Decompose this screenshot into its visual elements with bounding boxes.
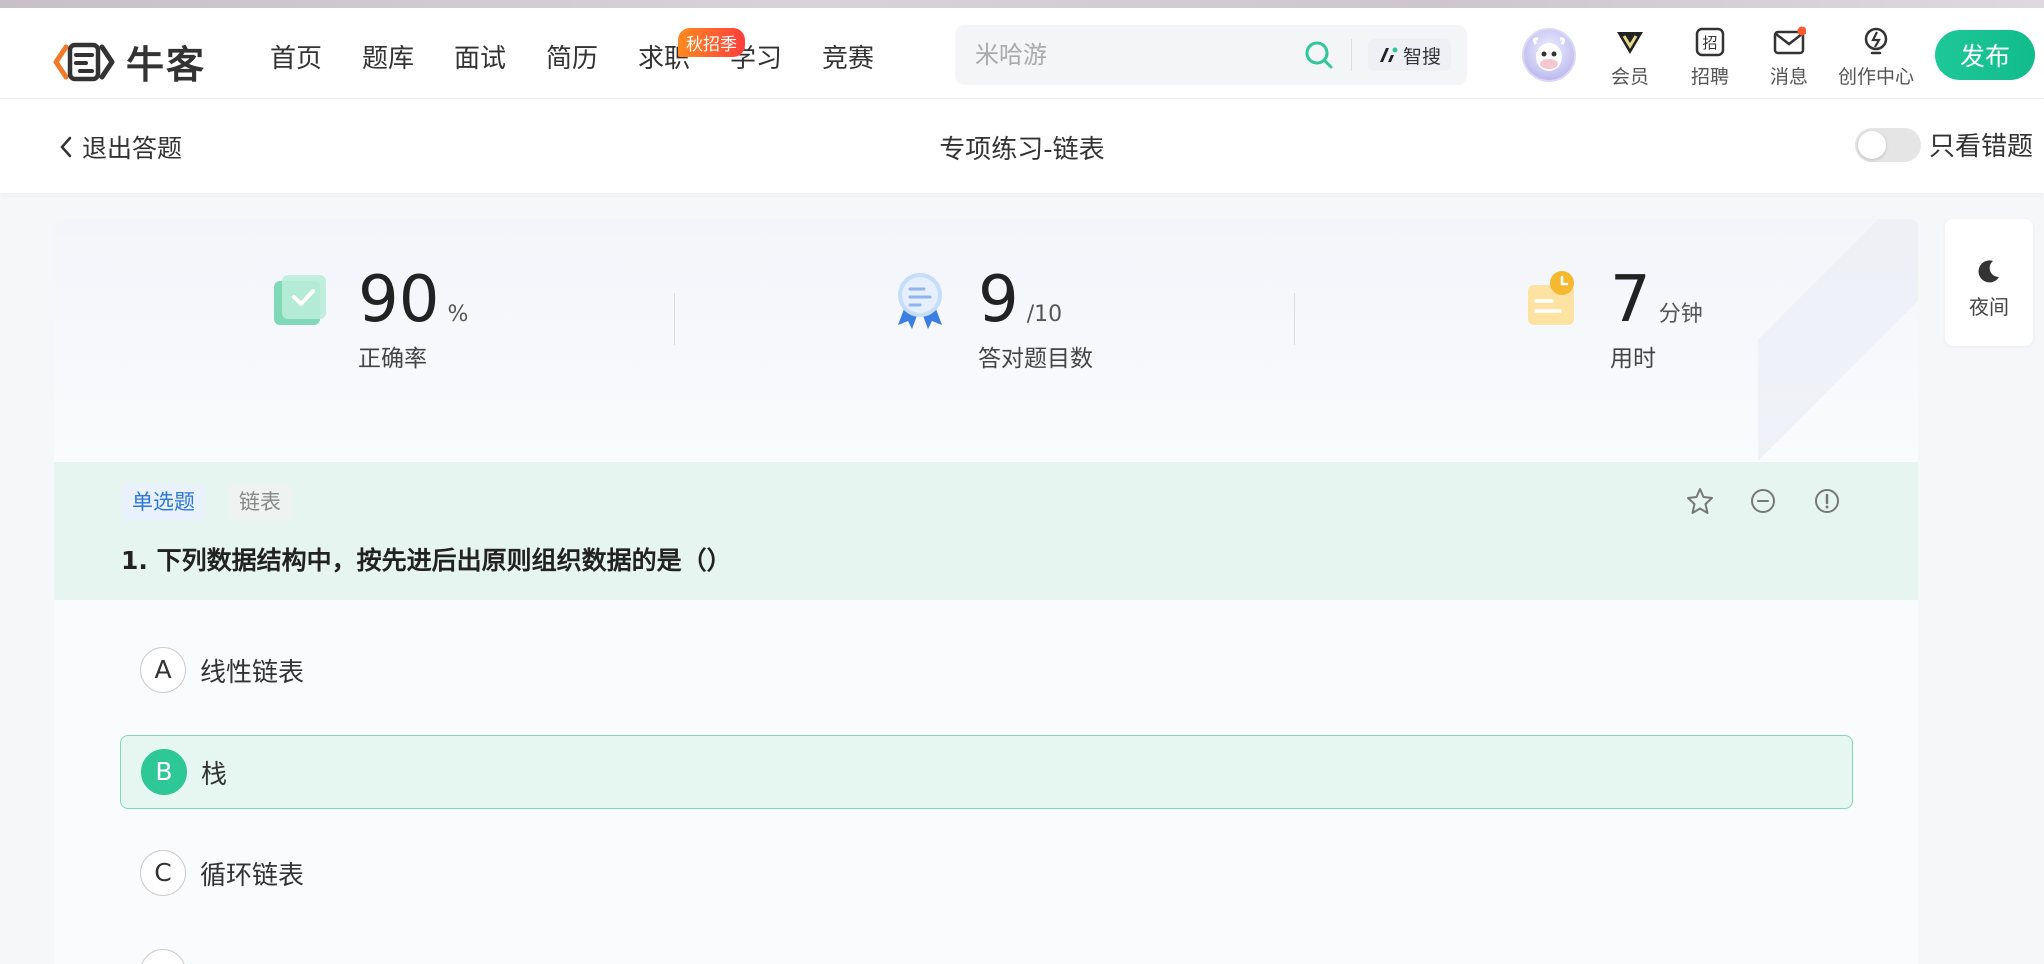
- avatar-cow-icon: [1532, 37, 1566, 71]
- stat-accuracy: 90% 正确率: [268, 267, 468, 373]
- practice-subheader: 退出答题 专项练习-链表 只看错题: [0, 99, 2044, 193]
- report-error-icon[interactable]: [1812, 486, 1842, 516]
- wrong-only-label: 只看错题: [1929, 132, 2034, 162]
- time-used-unit: 分钟: [1658, 302, 1703, 327]
- autumn-recruit-badge: 秋招季: [678, 28, 745, 57]
- smart-search-button[interactable]: 智搜: [1368, 39, 1452, 71]
- lightbulb-icon: [1864, 27, 1888, 55]
- accuracy-unit: %: [447, 302, 469, 327]
- option-letter: C: [140, 850, 186, 896]
- option-text: 栈: [201, 759, 228, 790]
- accuracy-value: 90: [358, 263, 440, 337]
- accuracy-label: 正确率: [358, 346, 427, 372]
- logo-mark-icon: [53, 42, 115, 81]
- correct-count-label: 答对题目数: [978, 346, 1093, 372]
- main-nav: 首页 题库 面试 简历 求职 学习 竞赛 秋招季: [270, 28, 914, 75]
- stat-correct-count: 9/10 答对题目数: [888, 267, 1093, 373]
- nav-item-question-bank[interactable]: 题库: [362, 38, 454, 75]
- option-c[interactable]: C 循环链表: [120, 836, 1853, 910]
- publish-button[interactable]: 发布: [1935, 30, 2035, 80]
- stats-panel: 90% 正确率 9/10 答对题目数 7 分钟 用时: [54, 219, 1918, 462]
- clock-icon: [1528, 271, 1574, 325]
- stat-time-used: 7 分钟 用时: [1520, 267, 1703, 373]
- mail-icon: [1773, 26, 1806, 55]
- stat-divider: [1294, 293, 1295, 345]
- member-link[interactable]: 会员: [1590, 26, 1670, 89]
- question-topic-tag[interactable]: 链表: [229, 484, 291, 520]
- search-bar: 智搜: [955, 25, 1467, 85]
- option-letter: A: [140, 647, 186, 693]
- question-text: 1. 下列数据结构中，按先进后出原则组织数据的是（）: [121, 546, 732, 575]
- favorite-star-icon[interactable]: [1685, 486, 1715, 516]
- hide-question-icon[interactable]: [1748, 486, 1778, 516]
- user-avatar[interactable]: [1522, 28, 1576, 82]
- option-text: 线性链表: [200, 657, 305, 688]
- toggle-knob: [1858, 130, 1886, 159]
- smart-search-icon: [1380, 47, 1398, 62]
- nav-item-interview[interactable]: 面试: [454, 38, 546, 75]
- nav-item-contest[interactable]: 竞赛: [822, 38, 914, 75]
- recruit-icon: 招: [1695, 27, 1725, 57]
- logo-text: 牛客: [126, 43, 207, 87]
- question-type-tag: 单选题: [122, 484, 205, 520]
- nav-item-home[interactable]: 首页: [270, 38, 362, 75]
- recruit-link[interactable]: 招 招聘: [1670, 26, 1750, 89]
- medal-icon: [898, 273, 942, 329]
- creator-center-link[interactable]: 创作中心: [1836, 26, 1916, 89]
- nav-item-resume[interactable]: 简历: [546, 38, 638, 75]
- night-mode-button[interactable]: 夜间: [1945, 219, 2033, 346]
- page-title: 专项练习-链表: [939, 135, 1105, 165]
- nowcoder-logo[interactable]: 牛客: [52, 34, 206, 89]
- result-card: 90% 正确率 9/10 答对题目数 7 分钟 用时 单选题 链表 1. 下列数…: [54, 219, 1918, 964]
- wrong-only-toggle-group: 只看错题: [1855, 126, 2033, 163]
- correct-count-value: 9: [978, 263, 1019, 337]
- question-header: 单选题 链表 1. 下列数据结构中，按先进后出原则组织数据的是（）: [54, 462, 1918, 600]
- search-divider: [1351, 39, 1352, 71]
- recruit-label: 招聘: [1690, 66, 1729, 88]
- option-a[interactable]: A 线性链表: [120, 633, 1853, 707]
- option-d-partial[interactable]: [120, 935, 1853, 964]
- messages-link[interactable]: 消息: [1749, 26, 1829, 89]
- member-label: 会员: [1610, 66, 1649, 88]
- option-letter: [140, 949, 186, 964]
- search-input[interactable]: [975, 38, 1295, 72]
- accuracy-icon: [274, 275, 326, 325]
- option-text: 循环链表: [200, 860, 305, 891]
- stat-divider: [674, 293, 675, 345]
- messages-label: 消息: [1769, 66, 1808, 88]
- browser-top-strip: [0, 0, 2044, 8]
- option-letter: B: [141, 749, 187, 795]
- creator-center-label: 创作中心: [1837, 66, 1914, 88]
- option-b-selected[interactable]: B 栈: [120, 735, 1853, 809]
- correct-count-unit: /10: [1026, 302, 1063, 327]
- search-icon[interactable]: [1303, 39, 1335, 71]
- svg-text:招: 招: [1702, 34, 1717, 52]
- night-mode-label: 夜间: [1969, 295, 2009, 319]
- time-used-value: 7: [1610, 263, 1651, 337]
- smart-search-label: 智搜: [1403, 45, 1442, 68]
- wrong-only-toggle[interactable]: [1855, 127, 1921, 162]
- moon-icon: [1978, 260, 1999, 283]
- time-used-label: 用时: [1610, 346, 1656, 372]
- vip-icon: [1617, 32, 1643, 54]
- site-header: 牛客 首页 题库 面试 简历 求职 学习 竞赛 秋招季 智搜: [0, 8, 2044, 99]
- stats-decoration: [1758, 219, 1918, 462]
